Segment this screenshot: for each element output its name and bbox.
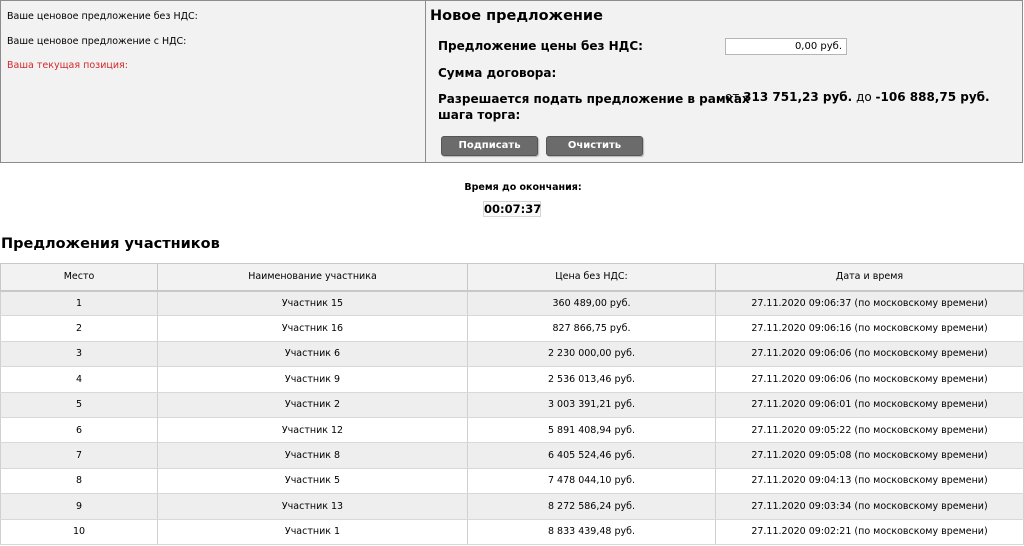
cell-price: 5 891 408,94 руб. [467, 417, 716, 444]
contract-sum-label: Сумма договора: [438, 66, 557, 80]
table-row: 4 Участник 9 2 536 013,46 руб. 27.11.202… [0, 366, 1024, 393]
cell-price: 6 405 524,46 руб. [467, 442, 716, 469]
cell-participant: Участник 8 [157, 442, 468, 469]
time-remaining-value: 00:07:37 [483, 201, 542, 217]
my-bid-info: Ваше ценовое предложение без НДС: Ваше ц… [1, 1, 426, 162]
step-to-word: до [856, 90, 872, 104]
table-row: 5 Участник 2 3 003 391,21 руб. 27.11.202… [0, 392, 1024, 418]
offer-price-label: Предложение цены без НДС: [438, 39, 643, 53]
table-row: 7 Участник 8 6 405 524,46 руб. 27.11.202… [0, 442, 1024, 469]
step-from-word: от [725, 90, 740, 104]
current-position-label: Ваша текущая позиция: [7, 60, 128, 71]
time-remaining-label: Время до окончания: [464, 182, 582, 193]
cell-price: 8 833 439,48 руб. [467, 519, 716, 545]
cell-participant: Участник 1 [157, 519, 468, 545]
cell-price: 8 272 586,24 руб. [467, 493, 716, 520]
cell-place: 2 [0, 315, 158, 342]
cell-price: 2 230 000,00 руб. [467, 341, 716, 368]
auction-step-label-line2: шага торга: [438, 108, 521, 122]
price-without-vat-label: Ваше ценовое предложение без НДС: [7, 11, 198, 22]
table-row: 3 Участник 6 2 230 000,00 руб. 27.11.202… [0, 341, 1024, 368]
cell-price: 360 489,00 руб. [467, 290, 716, 317]
cell-place: 6 [0, 417, 158, 444]
cell-price: 3 003 391,21 руб. [467, 392, 716, 418]
cell-place: 9 [0, 493, 158, 520]
cell-price: 7 478 044,10 руб. [467, 468, 716, 495]
cell-datetime: 27.11.2020 09:06:06 (по московскому врем… [715, 341, 1024, 368]
column-header-place[interactable]: Место [0, 263, 158, 292]
offers-header-row: Место Наименование участника Цена без НД… [0, 263, 1024, 292]
bid-panel: Ваше ценовое предложение без НДС: Ваше ц… [0, 0, 1023, 163]
cell-place: 1 [0, 290, 158, 317]
cell-datetime: 27.11.2020 09:03:34 (по московскому врем… [715, 493, 1024, 520]
cell-datetime: 27.11.2020 09:06:06 (по московскому врем… [715, 366, 1024, 393]
column-header-participant[interactable]: Наименование участника [157, 263, 468, 292]
cell-place: 4 [0, 366, 158, 393]
cell-place: 3 [0, 341, 158, 368]
cell-place: 10 [0, 519, 158, 545]
table-row: 10 Участник 1 8 833 439,48 руб. 27.11.20… [0, 519, 1024, 545]
auction-step-range: от 313 751,23 руб. до -106 888,75 руб. [725, 90, 990, 104]
cell-place: 8 [0, 468, 158, 495]
cell-participant: Участник 5 [157, 468, 468, 495]
cell-participant: Участник 13 [157, 493, 468, 520]
cell-datetime: 27.11.2020 09:04:13 (по московскому врем… [715, 468, 1024, 495]
table-row: 9 Участник 13 8 272 586,24 руб. 27.11.20… [0, 493, 1024, 520]
table-row: 8 Участник 5 7 478 044,10 руб. 27.11.202… [0, 468, 1024, 495]
column-header-price[interactable]: Цена без НДС: [467, 263, 716, 292]
table-row: 1 Участник 15 360 489,00 руб. 27.11.2020… [0, 290, 1024, 317]
cell-participant: Участник 6 [157, 341, 468, 368]
offer-price-input[interactable] [725, 38, 847, 55]
offers-title: Предложения участников [1, 236, 220, 252]
cell-participant: Участник 9 [157, 366, 468, 393]
cell-place: 7 [0, 442, 158, 469]
cell-place: 5 [0, 392, 158, 418]
offers-table: Место Наименование участника Цена без НД… [0, 263, 1024, 545]
price-with-vat-label: Ваше ценовое предложение с НДС: [7, 36, 187, 47]
cell-price: 827 866,75 руб. [467, 315, 716, 342]
clear-button[interactable]: Очистить [546, 136, 643, 156]
cell-datetime: 27.11.2020 09:02:21 (по московскому врем… [715, 519, 1024, 545]
cell-participant: Участник 16 [157, 315, 468, 342]
new-offer-form: Новое предложение Предложение цены без Н… [427, 1, 1023, 162]
cell-participant: Участник 15 [157, 290, 468, 317]
table-row: 6 Участник 12 5 891 408,94 руб. 27.11.20… [0, 417, 1024, 444]
cell-datetime: 27.11.2020 09:06:16 (по московскому врем… [715, 315, 1024, 342]
cell-datetime: 27.11.2020 09:05:08 (по московскому врем… [715, 442, 1024, 469]
new-offer-title: Новое предложение [430, 8, 603, 24]
table-row: 2 Участник 16 827 866,75 руб. 27.11.2020… [0, 315, 1024, 342]
cell-participant: Участник 2 [157, 392, 468, 418]
cell-datetime: 27.11.2020 09:06:37 (по московскому врем… [715, 290, 1024, 317]
step-to-value: -106 888,75 руб. [875, 90, 990, 104]
cell-datetime: 27.11.2020 09:06:01 (по московскому врем… [715, 392, 1024, 418]
column-header-datetime[interactable]: Дата и время [715, 263, 1024, 292]
cell-price: 2 536 013,46 руб. [467, 366, 716, 393]
cell-participant: Участник 12 [157, 417, 468, 444]
cell-datetime: 27.11.2020 09:05:22 (по московскому врем… [715, 417, 1024, 444]
step-from-value: 313 751,23 руб. [743, 90, 853, 104]
sign-button[interactable]: Подписать [441, 136, 538, 156]
